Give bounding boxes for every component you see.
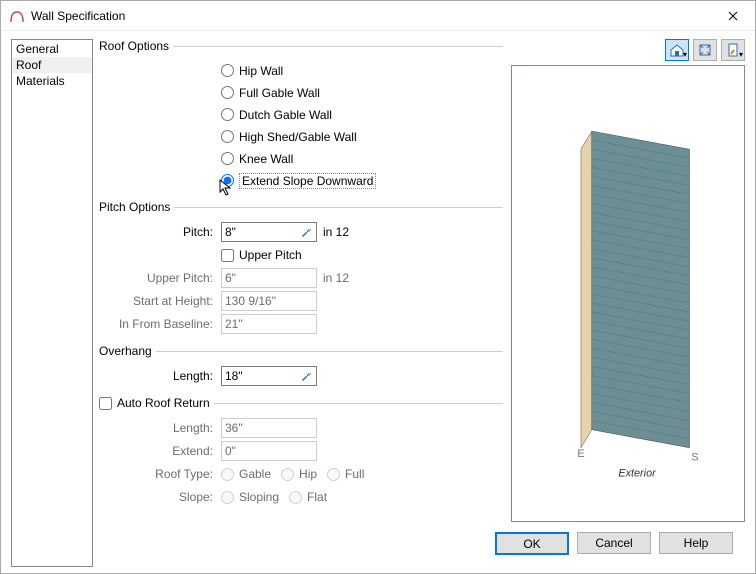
wall-specification-dialog: Wall Specification General Roof Material…	[0, 0, 756, 574]
roof-type-label: Roof Type:	[99, 467, 221, 481]
knee-wall-label[interactable]: Knee Wall	[239, 152, 293, 166]
high-shed-radio[interactable]	[221, 130, 234, 143]
auto-roof-return-group: Auto Roof Return Length: Extend: Roof Ty…	[99, 396, 503, 511]
auto-roof-return-checkbox[interactable]	[99, 397, 112, 410]
hip-wall-label[interactable]: Hip Wall	[239, 64, 283, 78]
overhang-length-label: Length:	[99, 369, 221, 383]
arr-length-input	[221, 418, 317, 438]
help-button[interactable]: Help	[659, 532, 733, 554]
overhang-legend: Overhang	[99, 344, 156, 358]
wrench-icon[interactable]	[300, 225, 314, 239]
upper-pitch-suffix: in 12	[323, 271, 349, 285]
start-height-input	[221, 291, 317, 311]
upper-pitch-input	[221, 268, 317, 288]
wall-preview-svg: E S Exterior	[538, 104, 718, 484]
pitch-suffix: in 12	[323, 225, 349, 239]
arr-length-label: Length:	[99, 421, 221, 435]
rt-full-radio	[327, 468, 340, 481]
in-from-baseline-label: In From Baseline:	[99, 317, 221, 331]
auto-roof-return-label[interactable]: Auto Roof Return	[117, 396, 210, 410]
expand-icon	[698, 43, 712, 57]
sl-sloping-radio	[221, 491, 234, 504]
auto-roof-return-legend: Auto Roof Return	[99, 396, 214, 410]
overhang-group: Overhang Length:	[99, 344, 503, 390]
rt-gable-radio	[221, 468, 234, 481]
arr-extend-label: Extend:	[99, 444, 221, 458]
rt-hip-label: Hip	[299, 467, 317, 481]
preview-toolbar: ▾ ▾	[511, 39, 745, 61]
preview-expand-button[interactable]	[693, 39, 717, 61]
app-icon	[9, 8, 25, 24]
pitch-label: Pitch:	[99, 225, 221, 239]
slope-label: Slope:	[99, 490, 221, 504]
close-icon	[728, 11, 738, 21]
form-panel: Roof Options Hip Wall Full Gable Wall Du…	[99, 39, 503, 522]
pitch-options-legend: Pitch Options	[99, 200, 174, 214]
category-sidebar: General Roof Materials	[11, 39, 93, 567]
dutch-gable-radio[interactable]	[221, 108, 234, 121]
ok-button[interactable]: OK	[495, 532, 569, 555]
preview-page-button[interactable]: ▾	[721, 39, 745, 61]
sl-flat-radio	[289, 491, 302, 504]
rt-gable-label: Gable	[239, 467, 271, 481]
full-gable-label[interactable]: Full Gable Wall	[239, 86, 320, 100]
rt-full-label: Full	[345, 467, 364, 481]
upper-pitch-cb-label[interactable]: Upper Pitch	[239, 248, 302, 262]
titlebar: Wall Specification	[1, 1, 755, 31]
preview-viewport[interactable]: E S Exterior	[511, 65, 745, 522]
window-title: Wall Specification	[31, 9, 710, 23]
roof-options-legend: Roof Options	[99, 39, 173, 53]
rt-hip-radio	[281, 468, 294, 481]
preview-caption: Exterior	[618, 467, 656, 479]
start-height-label: Start at Height:	[99, 294, 221, 308]
dutch-gable-label[interactable]: Dutch Gable Wall	[239, 108, 332, 122]
chevron-down-icon: ▾	[683, 50, 687, 59]
extend-slope-radio[interactable]	[221, 174, 234, 187]
sidebar-item-roof[interactable]: Roof	[12, 57, 92, 73]
preview-view-button[interactable]: ▾	[665, 39, 689, 61]
compass-s: S	[691, 451, 698, 463]
in-from-baseline-input	[221, 314, 317, 334]
pitch-options-group: Pitch Options Pitch: in 12 Upper Pitch	[99, 200, 503, 338]
extend-slope-label[interactable]: Extend Slope Downward	[239, 173, 376, 189]
sidebar-item-materials[interactable]: Materials	[12, 73, 92, 89]
page-icon	[726, 43, 740, 57]
preview-panel: ▾ ▾	[511, 39, 745, 522]
cancel-button[interactable]: Cancel	[577, 532, 651, 554]
compass-e: E	[577, 447, 584, 459]
knee-wall-radio[interactable]	[221, 152, 234, 165]
hip-wall-radio[interactable]	[221, 64, 234, 77]
sidebar-item-general[interactable]: General	[12, 41, 92, 57]
chevron-down-icon: ▾	[739, 50, 743, 59]
dialog-buttons: OK Cancel Help	[99, 522, 745, 567]
close-button[interactable]	[710, 1, 755, 30]
high-shed-label[interactable]: High Shed/Gable Wall	[239, 130, 357, 144]
sl-flat-label: Flat	[307, 490, 327, 504]
full-gable-radio[interactable]	[221, 86, 234, 99]
sl-sloping-label: Sloping	[239, 490, 279, 504]
upper-pitch-checkbox[interactable]	[221, 249, 234, 262]
arr-extend-input	[221, 441, 317, 461]
roof-options-group: Roof Options Hip Wall Full Gable Wall Du…	[99, 39, 503, 194]
wrench-icon[interactable]	[300, 369, 314, 383]
upper-pitch-label: Upper Pitch:	[99, 271, 221, 285]
